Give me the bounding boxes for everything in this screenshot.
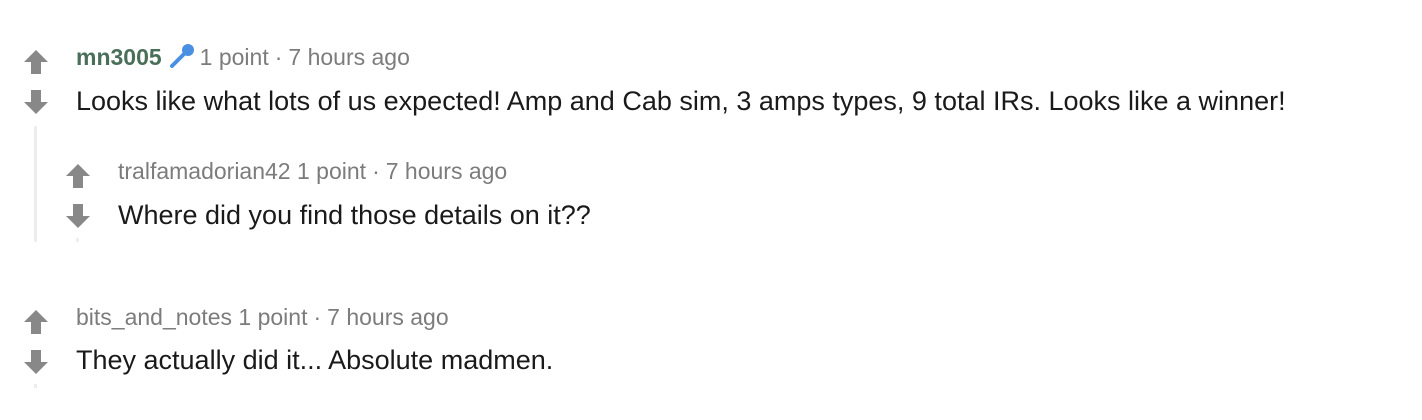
comment-body: They actually did it... Absolute madmen. bbox=[76, 345, 554, 375]
comment: bits_and_notes 1 point · 7 hours ago They … bbox=[0, 0, 1422, 420]
comment-timestamp[interactable]: 7 hours ago bbox=[327, 304, 448, 330]
comment-score: 1 point bbox=[238, 304, 308, 330]
downvote-arrow-icon[interactable] bbox=[22, 348, 50, 376]
comment-meta: bits_and_notes 1 point · 7 hours ago bbox=[76, 303, 449, 331]
comment-thread: mn3005 1 point · 7 hours ago Looks like wha… bbox=[0, 0, 1422, 420]
thread-line[interactable] bbox=[34, 384, 37, 388]
meta-separator: · bbox=[313, 304, 322, 330]
comment-author-link[interactable]: bits_and_notes bbox=[76, 304, 232, 330]
upvote-arrow-icon[interactable] bbox=[22, 308, 50, 336]
